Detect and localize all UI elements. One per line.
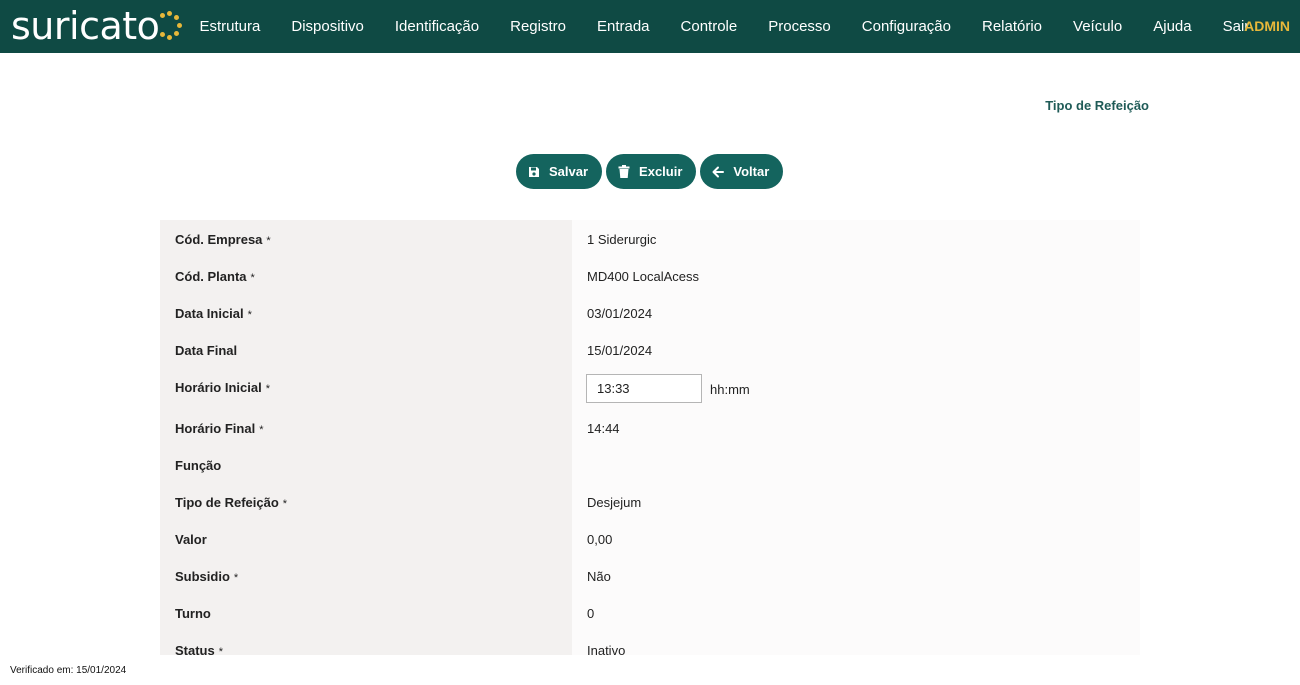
field-value: 0 [587, 606, 595, 621]
field-status: Status * Inativo [160, 631, 1140, 655]
page-title: Tipo de Refeição [1045, 98, 1149, 113]
delete-label: Excluir [639, 164, 683, 179]
required-mark: * [218, 646, 224, 655]
field-valor: Valor 0,00 [160, 520, 1140, 557]
required-mark: * [247, 309, 252, 321]
back-label: Voltar [733, 164, 770, 179]
field-value: 15/01/2024 [587, 343, 653, 358]
field-value: 1 Siderurgic [587, 232, 657, 247]
required-mark: * [250, 272, 255, 284]
arrow-left-icon [712, 166, 725, 177]
start-time-input[interactable] [586, 374, 702, 403]
required-mark: * [259, 424, 264, 436]
save-button[interactable]: Salvar [516, 154, 603, 189]
nav-configuracao[interactable]: Configuração [846, 0, 966, 53]
required-mark: * [266, 235, 271, 247]
suricato-logo[interactable]: suricato [11, 4, 183, 48]
field-value: Inativo [587, 643, 626, 655]
user-name[interactable]: ADMIN [1244, 0, 1290, 53]
field-label: Cód. Planta [175, 269, 247, 284]
top-navbar: suricato Estrutura Dispositivo Identific… [0, 0, 1300, 53]
field-label: Função [175, 458, 222, 473]
nav-processo[interactable]: Processo [753, 0, 847, 53]
back-button[interactable]: Voltar [700, 154, 784, 189]
field-funcao: Função [160, 446, 1140, 483]
main-menu: Estrutura Dispositivo Identificação Regi… [184, 0, 1265, 53]
field-label: Tipo de Refeição [175, 495, 279, 510]
field-value: 14:44 [587, 421, 620, 436]
field-data-inicial: Data Inicial * 03/01/2024 [160, 294, 1140, 331]
nav-registro[interactable]: Registro [495, 0, 582, 53]
nav-estrutura[interactable]: Estrutura [184, 0, 276, 53]
required-mark: * [233, 572, 239, 584]
field-label: Valor [175, 532, 207, 547]
nav-entrada[interactable]: Entrada [581, 0, 665, 53]
field-cod-empresa: Cód. Empresa * 1 Siderurgic [160, 220, 1140, 257]
nav-veiculo[interactable]: Veículo [1058, 0, 1138, 53]
field-horario-inicial-label: Horário Inicial * [175, 380, 270, 395]
field-tipo-refeicao: Tipo de Refeição * Desjejum [160, 483, 1140, 520]
field-value: Desjejum [587, 495, 642, 510]
logo-dots-icon [160, 11, 183, 41]
action-toolbar: Salvar Excluir Voltar [516, 154, 784, 189]
field-value: 0,00 [587, 532, 613, 547]
meal-type-form: Cód. Empresa * 1 Siderurgic Cód. Planta * … [160, 220, 1140, 655]
field-label: Cód. Empresa [175, 232, 263, 247]
field-horario-final: Horário Final * 14:44 [160, 409, 1140, 446]
field-cod-planta: Cód. Planta * MD400 LocalAcess [160, 257, 1140, 294]
field-value: Não [587, 569, 611, 584]
save-icon [529, 166, 539, 177]
required-mark: * [265, 383, 270, 395]
save-label: Salvar [549, 164, 589, 179]
field-label: Horário Final [175, 421, 256, 436]
nav-controle[interactable]: Controle [665, 0, 753, 53]
field-turno: Turno 0 [160, 594, 1140, 631]
verified-date: Verificado em: 15/01/2024 [10, 665, 127, 676]
logo-text: suricato [11, 4, 160, 48]
field-label: Data Final [175, 343, 238, 358]
field-value: MD400 LocalAcess [587, 269, 699, 284]
field-label: Data Inicial [175, 306, 244, 321]
field-label: Subsidio [175, 569, 230, 584]
required-mark: * [282, 498, 288, 510]
nav-identificacao[interactable]: Identificação [379, 0, 494, 53]
nav-ajuda[interactable]: Ajuda [1138, 0, 1207, 53]
nav-relatorio[interactable]: Relatório [967, 0, 1058, 53]
delete-button[interactable]: Excluir [606, 154, 697, 189]
field-value: 03/01/2024 [587, 306, 653, 321]
trash-icon [618, 165, 630, 178]
field-subsidio: Subsidio * Não [160, 557, 1140, 594]
time-format-hint: hh:mm [710, 382, 750, 397]
field-label: Status [175, 643, 215, 655]
field-data-final: Data Final 15/01/2024 [160, 331, 1140, 368]
field-label: Turno [175, 606, 211, 621]
nav-dispositivo[interactable]: Dispositivo [276, 0, 380, 53]
